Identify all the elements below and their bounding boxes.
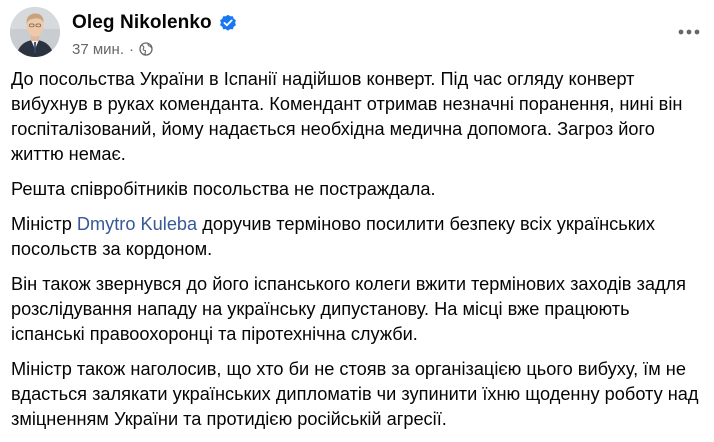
post-paragraph-1: До посольства України в Іспанії надійшов… [11,69,683,164]
post-timestamp[interactable]: 37 мин. [72,41,124,58]
author-row: Oleg Nikolenko [72,11,237,35]
author-name[interactable]: Oleg Nikolenko [72,12,212,34]
avatar-photo [10,7,60,57]
author-block: Oleg Nikolenko 37 мин. · [72,11,237,58]
meta-separator: · [129,40,134,58]
verified-badge-icon [219,14,237,32]
author-avatar[interactable] [10,7,60,57]
post-paragraph-2: Решта співробітників посольства не постр… [11,179,436,199]
post-paragraph-5: Міністр також наголосив, що хто би не ст… [11,359,699,429]
post-paragraph-3: Міністр Dmytro Kuleba доручив терміново … [11,212,706,262]
globe-icon[interactable] [139,42,153,56]
post-paragraph-4: Він також звернувся до його іспанського … [11,274,687,344]
post-body: До посольства України в Іспанії надійшов… [11,67,706,442]
mention-link[interactable]: Dmytro Kuleba [77,214,197,234]
paragraph-3-before: Міністр [11,214,77,234]
post-header: Oleg Nikolenko 37 мин. · [10,7,704,59]
more-options-button[interactable] [676,19,702,45]
more-horizontal-icon [678,29,700,35]
post-meta: 37 мин. · [72,40,237,58]
facebook-post: Oleg Nikolenko 37 мин. · До посольства У… [0,0,714,440]
